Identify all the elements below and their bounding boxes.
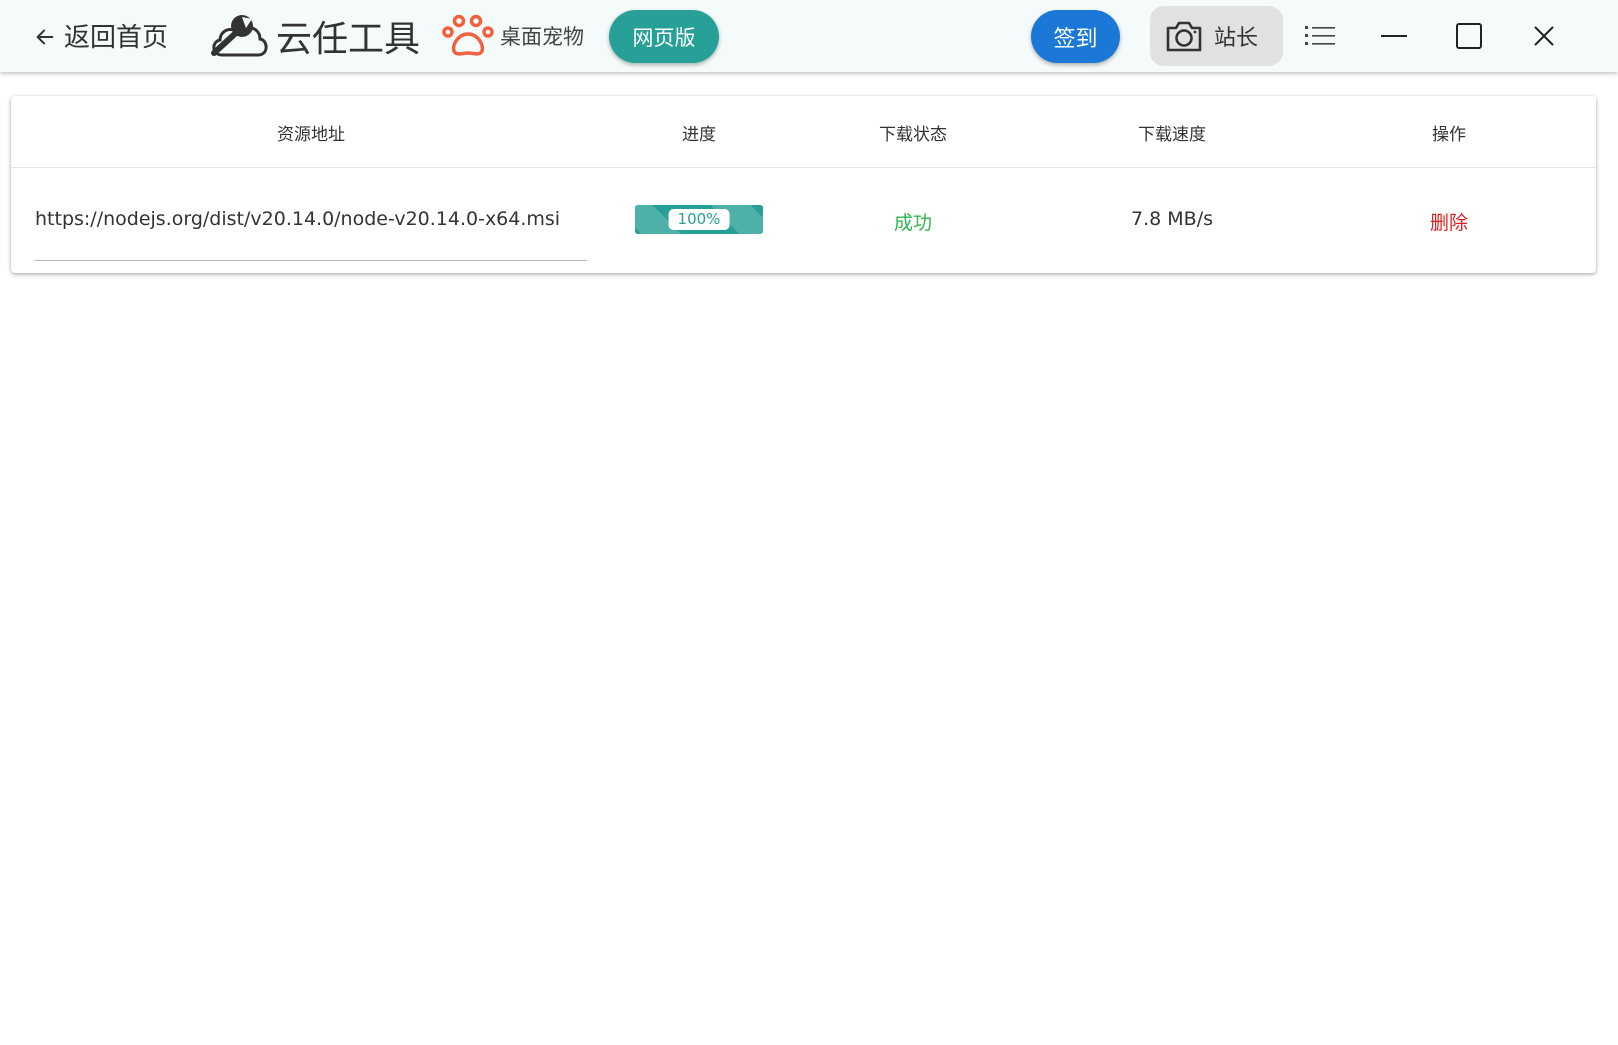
url-field-underline — [35, 260, 587, 261]
desktop-pet-button[interactable]: 桌面宠物 — [442, 14, 584, 58]
desktop-pet-label: 桌面宠物 — [500, 25, 584, 49]
column-header-url: 资源地址 — [277, 125, 345, 145]
user-name: 站长 — [1214, 26, 1259, 51]
minimize-icon[interactable] — [1375, 18, 1413, 54]
app-brand: 云任工具 — [208, 10, 420, 62]
table-header: 资源地址 进度 下载状态 下载速度 操作 — [11, 96, 1596, 168]
web-version-button[interactable]: 网页版 — [609, 10, 719, 63]
column-header-speed: 下载速度 — [1138, 125, 1206, 145]
column-header-status: 下载状态 — [879, 125, 947, 145]
paw-icon — [442, 14, 494, 56]
back-arrow-icon — [36, 29, 54, 45]
menu-icon[interactable] — [1301, 18, 1339, 54]
wrench-cloud-icon — [211, 15, 268, 57]
user-profile-button[interactable]: 站长 — [1150, 6, 1283, 66]
download-status: 成功 — [893, 212, 933, 234]
camera-icon — [1166, 21, 1202, 52]
column-header-action: 操作 — [1432, 125, 1466, 145]
close-icon[interactable] — [1525, 18, 1563, 54]
download-table: 资源地址 进度 下载状态 下载速度 操作 https://nodejs.org/… — [11, 96, 1596, 273]
back-home-label: 返回首页 — [64, 22, 169, 53]
title-bar: 返回首页 云任工具 桌面宠物 网页版 签到 站长 — [0, 0, 1618, 72]
back-home-button[interactable]: 返回首页 — [34, 16, 168, 54]
download-progress-bar: 100% — [635, 205, 763, 234]
maximize-icon[interactable] — [1450, 18, 1488, 54]
sign-in-button[interactable]: 签到 — [1031, 10, 1120, 63]
download-speed: 7.8 MB/s — [1131, 208, 1213, 230]
resource-url: https://nodejs.org/dist/v20.14.0/node-v2… — [35, 208, 561, 230]
delete-button[interactable]: 删除 — [1430, 208, 1468, 235]
app-name: 云任工具 — [276, 19, 421, 60]
column-header-progress: 进度 — [682, 125, 716, 145]
progress-label: 100% — [668, 209, 730, 230]
